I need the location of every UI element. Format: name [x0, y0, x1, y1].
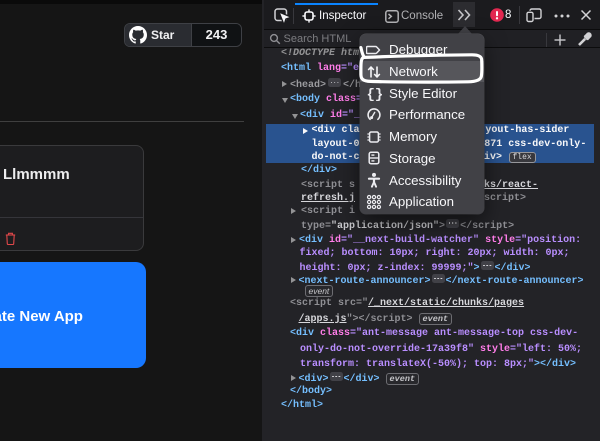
svg-text:{}: {} [367, 87, 383, 101]
